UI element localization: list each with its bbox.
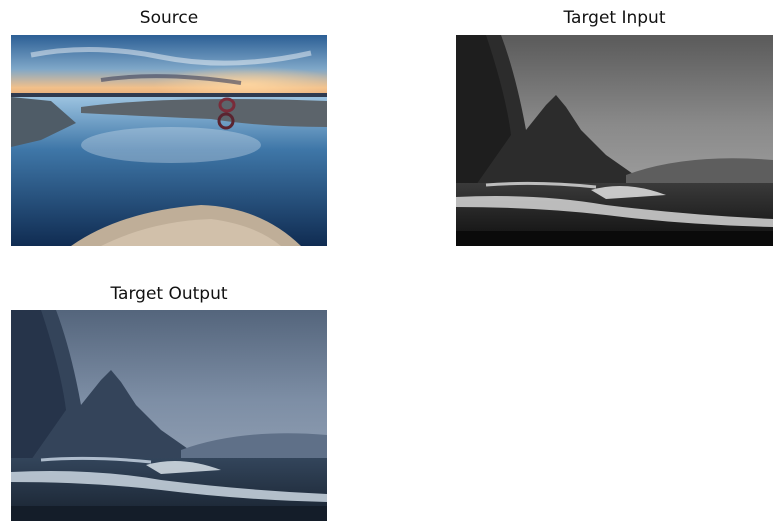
- target-input-image: [456, 35, 773, 246]
- panel-title-target-output: Target Output: [110, 284, 228, 304]
- panel-title-target-input: Target Input: [563, 8, 666, 28]
- source-image: [11, 35, 327, 246]
- target-output-image: [11, 310, 327, 521]
- panel-title-source: Source: [139, 8, 199, 28]
